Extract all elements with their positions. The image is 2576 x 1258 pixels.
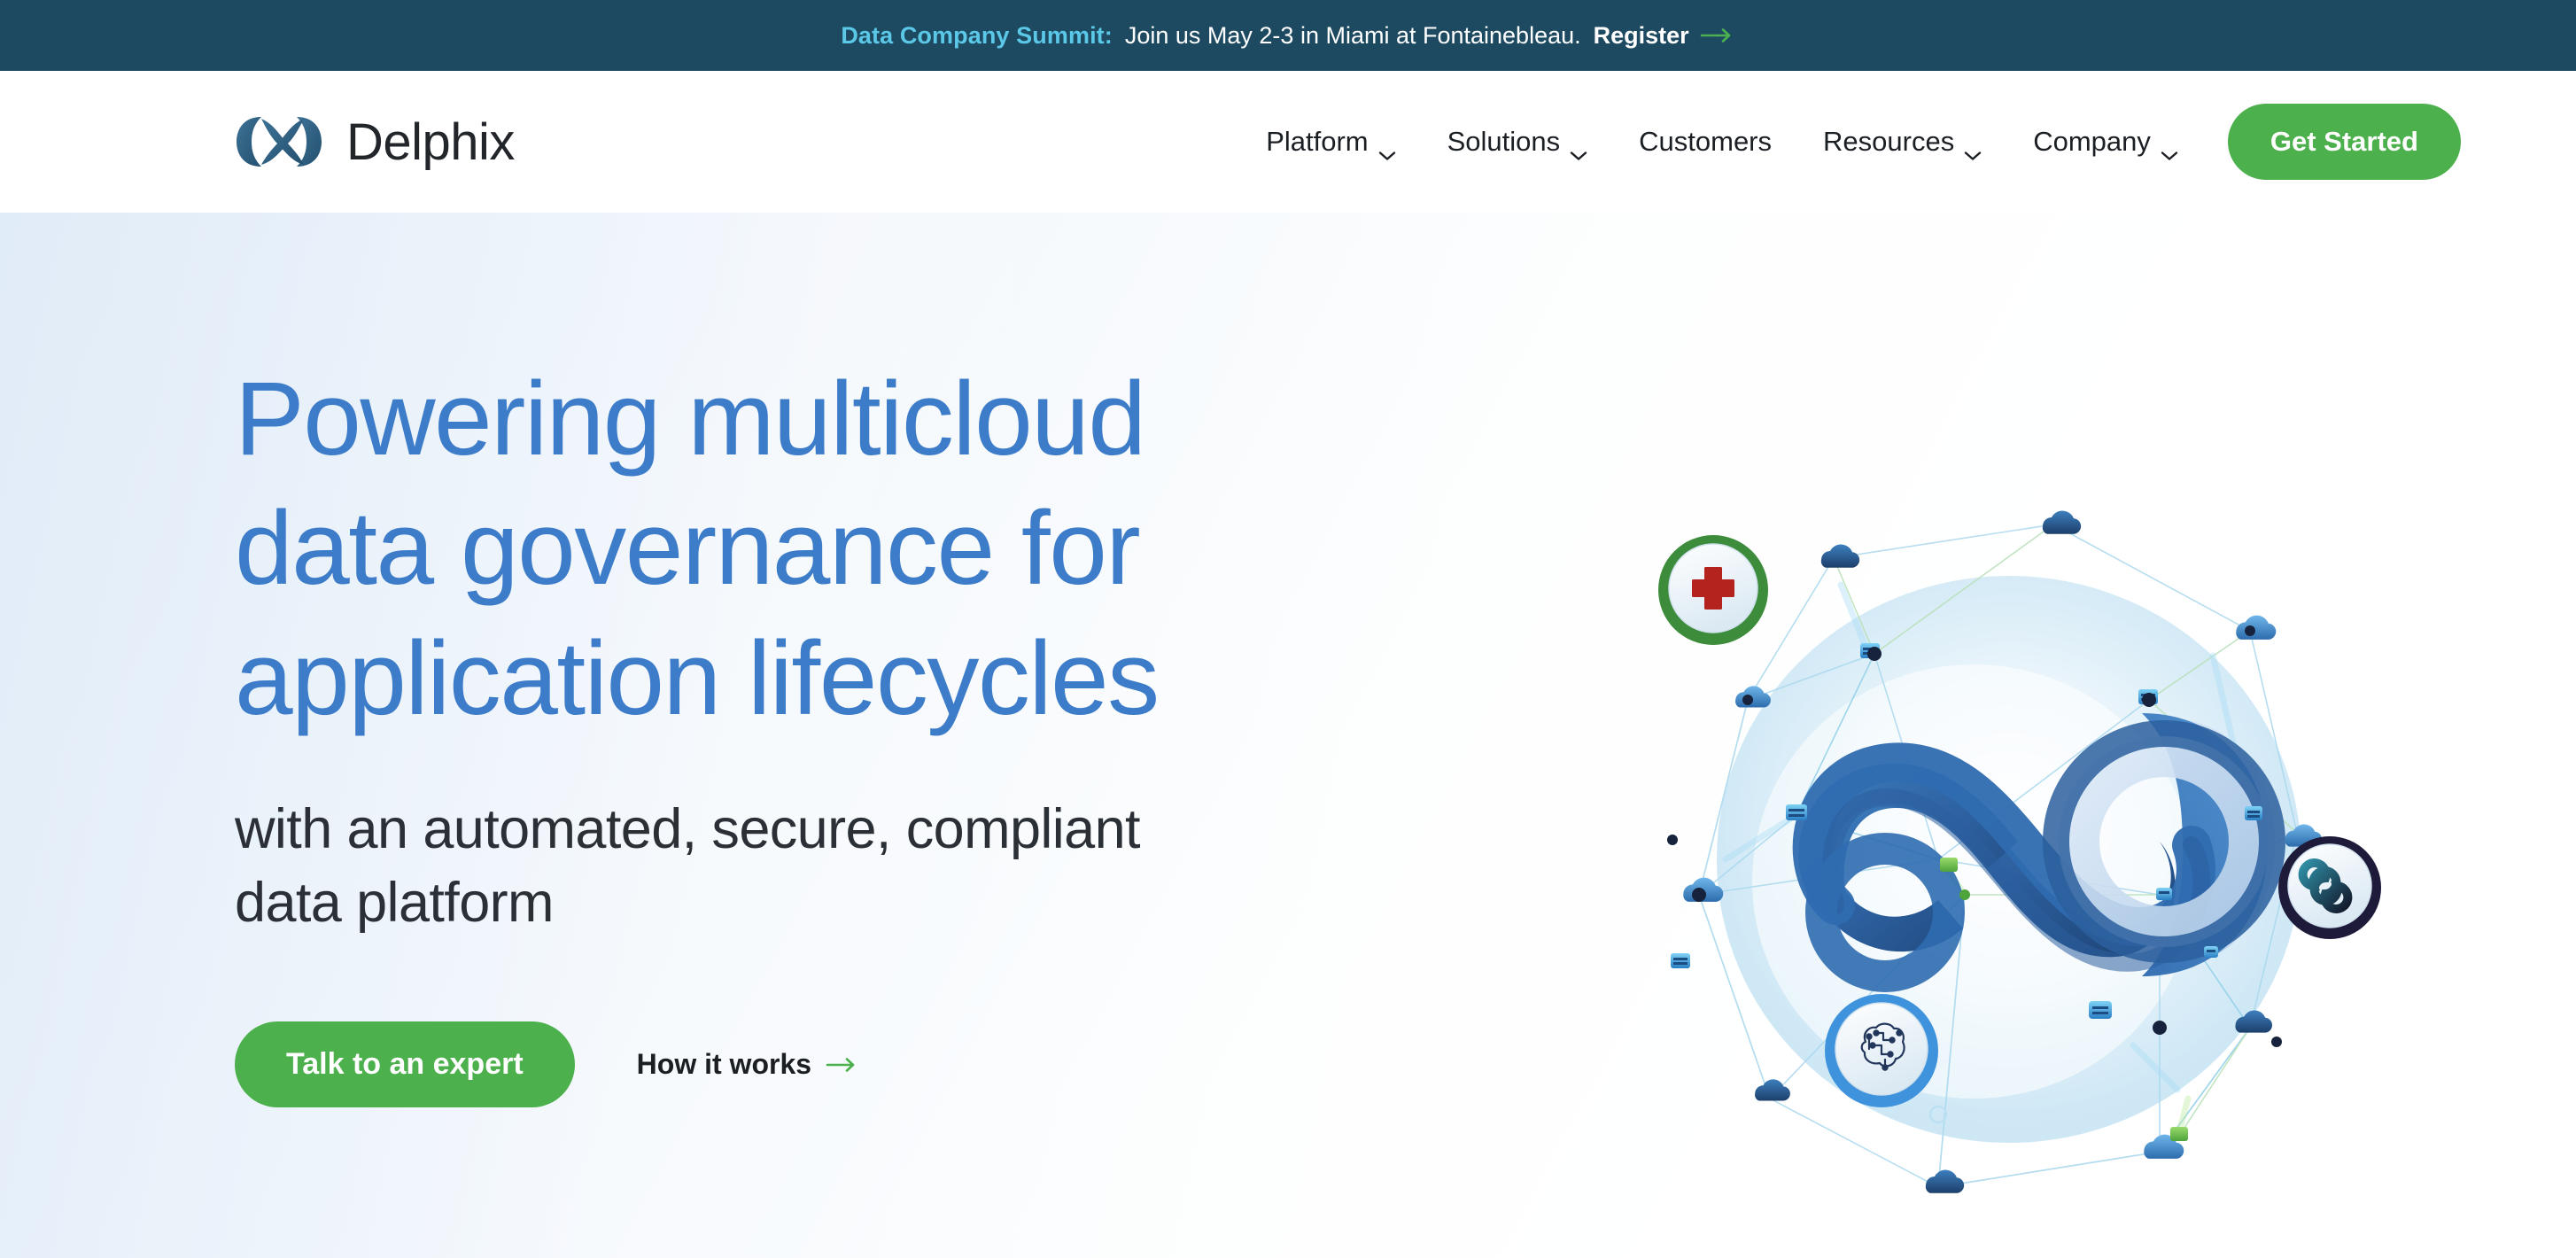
nav-label-company: Company <box>2033 126 2151 157</box>
infinity-badge <box>2278 836 2381 939</box>
delphix-logo[interactable]: Delphix <box>235 112 515 172</box>
nav-label-platform: Platform <box>1266 126 1369 157</box>
nav-item-platform[interactable]: Platform <box>1266 126 1396 160</box>
multicloud-data-network-illustration <box>1593 478 2443 1258</box>
nav-label-solutions: Solutions <box>1447 126 1561 157</box>
headline-line-2: data governance for <box>235 490 1141 608</box>
site-header: Delphix Platform Solutions Customers Res… <box>0 71 2576 213</box>
arrow-right-icon <box>826 1048 859 1081</box>
chevron-down-icon <box>1570 136 1587 160</box>
chevron-down-icon <box>1964 136 1982 160</box>
logo-wordmark: Delphix <box>346 113 515 171</box>
hero-cta-row: Talk to an expert How it works <box>235 1021 1377 1108</box>
get-started-button[interactable]: Get Started <box>2227 104 2461 180</box>
page-title: Powering multicloud data governance for … <box>235 354 1377 743</box>
how-it-works-link[interactable]: How it works <box>637 1048 859 1081</box>
ai-brain-badge <box>1825 994 1938 1107</box>
banner-register-link[interactable]: Register <box>1594 22 1689 50</box>
subheading-line-1: with an automated, secure, compliant <box>235 797 1141 860</box>
arrow-right-icon[interactable] <box>1700 27 1735 44</box>
delphix-infinity-logo-icon <box>235 112 323 172</box>
chevron-down-icon <box>1378 136 1396 160</box>
nav-label-resources: Resources <box>1823 126 1955 157</box>
nav-label-customers: Customers <box>1639 126 1773 157</box>
how-it-works-label: How it works <box>636 1048 812 1081</box>
nav-item-solutions[interactable]: Solutions <box>1447 126 1588 160</box>
hero-section: Powering multicloud data governance for … <box>0 213 2576 1258</box>
main-navigation: Platform Solutions Customers Resources C… <box>1266 126 2178 160</box>
banner-body-text: Join us May 2-3 in Miami at Fontaineblea… <box>1124 21 1581 49</box>
nav-item-company[interactable]: Company <box>2033 126 2178 160</box>
announcement-banner-content: Data Company Summit: Join us May 2-3 in … <box>841 22 1734 50</box>
headline-line-3: application lifecycles <box>235 619 1160 737</box>
hero-copy: Powering multicloud data governance for … <box>235 354 1377 1108</box>
subheading-line-2: data platform <box>235 872 555 935</box>
chevron-down-icon <box>2161 136 2178 160</box>
hero-subheading: with an automated, secure, compliant dat… <box>235 793 1377 940</box>
nav-item-resources[interactable]: Resources <box>1823 126 1982 160</box>
nav-item-customers[interactable]: Customers <box>1639 126 1772 158</box>
talk-to-an-expert-button[interactable]: Talk to an expert <box>235 1021 575 1108</box>
healthcare-cross-badge <box>1658 535 1768 645</box>
headline-line-1: Powering multicloud <box>235 361 1146 478</box>
banner-highlight-text: Data Company Summit: <box>841 21 1113 49</box>
announcement-banner: Data Company Summit: Join us May 2-3 in … <box>0 0 2576 71</box>
